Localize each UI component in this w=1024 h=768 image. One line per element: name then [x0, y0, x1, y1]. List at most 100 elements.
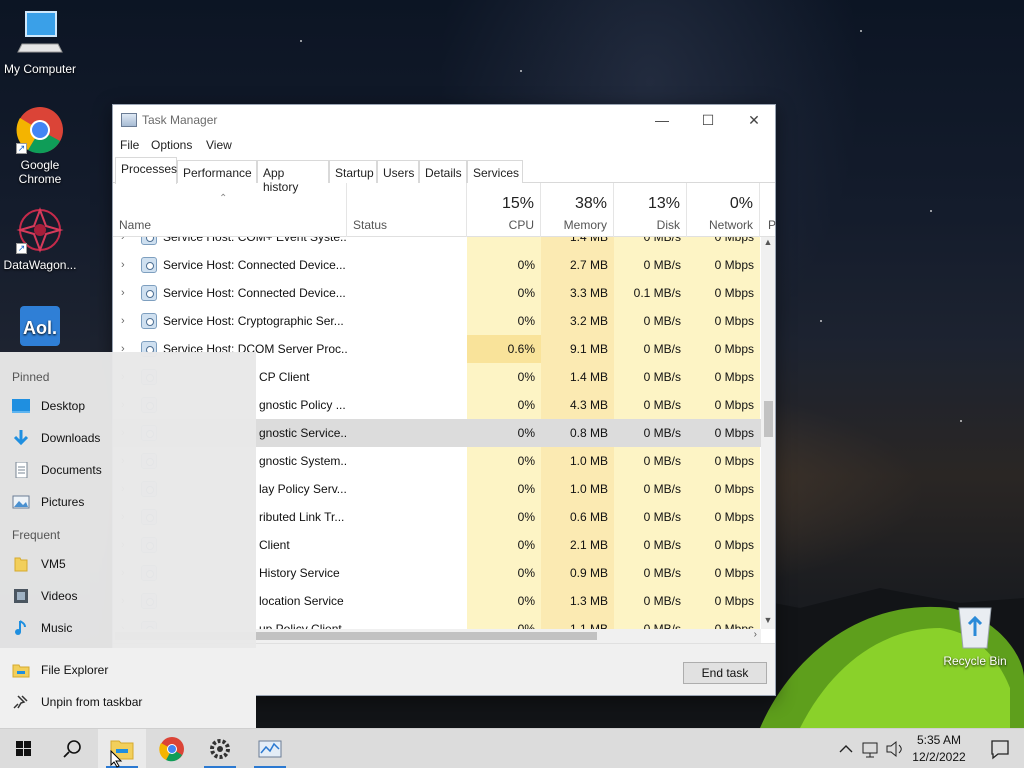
column-disk[interactable]: 13% Disk — [614, 183, 687, 237]
taskbar-chrome[interactable] — [148, 729, 196, 768]
jump-item-downloads[interactable]: Downloads — [0, 424, 256, 452]
process-memory: 3.2 MB — [569, 314, 608, 328]
end-task-button[interactable]: End task — [683, 662, 767, 684]
expand-chevron-icon[interactable]: › — [121, 307, 125, 335]
folder-icon — [14, 557, 28, 572]
process-row[interactable]: › Service Host: Cryptographic Ser... 0% 3.2… — [113, 307, 761, 335]
column-header: ⌃ Name Status 15% CPU 38% Memory 13% Dis… — [113, 183, 776, 237]
vertical-scrollbar[interactable]: ▲ ▼ — [761, 237, 775, 629]
mouse-cursor-icon — [110, 750, 123, 768]
column-network[interactable]: 0% Network — [687, 183, 760, 237]
clock-date[interactable]: 12/2/2022 — [908, 750, 970, 764]
process-row[interactable]: › Service Host: Connected Device... 0% 3.3 … — [113, 279, 761, 307]
desktop-icon-google-chrome[interactable]: ↗ Google Chrome — [0, 106, 80, 186]
network-tray-button[interactable] — [860, 729, 882, 768]
desktop-icon-my-computer[interactable]: My Computer — [0, 10, 80, 76]
star — [860, 30, 862, 32]
pinned-heading: Pinned — [12, 370, 50, 384]
taskbar-settings[interactable] — [196, 729, 244, 768]
process-network: 0 Mbps — [714, 237, 754, 244]
column-memory[interactable]: 38% Memory — [541, 183, 614, 237]
close-button[interactable]: ✕ — [731, 105, 777, 135]
process-disk: 0 MB/s — [643, 510, 681, 524]
process-cpu: 0% — [517, 594, 535, 608]
menu-options[interactable]: Options — [151, 138, 192, 152]
desktop-icon-datawagon[interactable]: ↗ DataWagon... — [0, 206, 80, 272]
process-memory: 1.4 MB — [569, 237, 608, 244]
tab-services[interactable]: Services — [467, 160, 523, 183]
chrome-icon: ↗ — [16, 106, 64, 154]
taskbar-task-manager[interactable] — [246, 729, 294, 768]
jump-list-actions: File Explorer Unpin from taskbar — [0, 648, 256, 728]
process-disk: 0 MB/s — [643, 398, 681, 412]
desktop-icon-aol[interactable]: Aol. — [0, 304, 80, 356]
process-disk: 0 MB/s — [643, 370, 681, 384]
jump-item-file-explorer[interactable]: File Explorer — [0, 656, 256, 684]
jump-item-pictures[interactable]: Pictures — [0, 488, 256, 516]
download-arrow-icon — [13, 430, 29, 446]
process-cpu: 0% — [517, 398, 535, 412]
title-bar[interactable]: Task Manager — ☐ ✕ — [113, 105, 775, 135]
jump-item-documents[interactable]: Documents — [0, 456, 256, 484]
desktop-icon-label: Recycle Bin — [943, 654, 1007, 668]
volume-tray-button[interactable] — [884, 729, 906, 768]
scroll-down-icon[interactable]: ▼ — [763, 615, 773, 625]
search-icon — [63, 740, 81, 758]
tab-strip: Processes Performance App history Startu… — [113, 157, 775, 194]
tab-performance[interactable]: Performance — [177, 160, 257, 183]
minimize-button[interactable]: — — [639, 105, 685, 135]
service-gear-icon — [141, 237, 157, 245]
jump-item-unpin[interactable]: Unpin from taskbar — [0, 688, 256, 716]
star — [960, 420, 962, 422]
jump-item-desktop[interactable]: Desktop — [0, 392, 256, 420]
column-power[interactable]: P — [760, 183, 776, 237]
tab-processes[interactable]: Processes — [115, 157, 177, 184]
taskbar-jump-list: Pinned Desktop Downloads Documents Pictu… — [0, 352, 256, 728]
clock-time[interactable]: 5:35 AM — [908, 733, 970, 747]
expand-chevron-icon[interactable]: › — [121, 251, 125, 279]
process-network: 0 Mbps — [714, 286, 754, 300]
scrollbar-thumb[interactable] — [764, 401, 773, 437]
show-hidden-icons-button[interactable] — [836, 729, 856, 768]
process-disk: 0 MB/s — [643, 482, 681, 496]
process-row[interactable]: › Service Host: COM+ Event Syste... 1.4 MB… — [113, 237, 761, 251]
desktop-icon-label: Google Chrome — [18, 158, 62, 186]
aol-icon: Aol. — [16, 304, 64, 352]
tab-users[interactable]: Users — [377, 160, 419, 183]
search-button[interactable] — [48, 729, 96, 768]
process-disk: 0.1 MB/s — [633, 286, 681, 300]
jump-item-vm5[interactable]: VM5 — [0, 550, 256, 578]
jump-item-music[interactable]: Music — [0, 614, 256, 642]
scroll-up-icon[interactable]: ▲ — [763, 237, 773, 247]
start-button[interactable] — [0, 729, 48, 768]
expand-chevron-icon[interactable]: › — [121, 237, 125, 251]
process-row[interactable]: › Service Host: Connected Device... 0% 2.7 … — [113, 251, 761, 279]
menu-view[interactable]: View — [206, 138, 232, 152]
desktop-icon-recycle-bin[interactable]: Recycle Bin — [935, 602, 1015, 668]
jump-item-videos[interactable]: Videos — [0, 582, 256, 610]
column-name[interactable]: ⌃ Name — [113, 183, 347, 237]
process-network: 0 Mbps — [714, 454, 754, 468]
tab-details[interactable]: Details — [419, 160, 467, 183]
process-cpu: 0% — [517, 314, 535, 328]
process-memory: 1.3 MB — [569, 594, 608, 608]
column-cpu[interactable]: 15% CPU — [467, 183, 541, 237]
notification-icon — [991, 740, 1009, 760]
action-center-button[interactable] — [976, 729, 1024, 768]
expand-chevron-icon[interactable]: › — [121, 279, 125, 307]
tab-app-history[interactable]: App history — [257, 160, 329, 194]
desktop-icon-label: DataWagon... — [3, 258, 77, 272]
file-explorer-icon — [12, 664, 30, 678]
tab-startup[interactable]: Startup — [329, 160, 377, 183]
shortcut-arrow-icon: ↗ — [16, 243, 27, 254]
column-status[interactable]: Status — [347, 183, 467, 237]
scroll-right-icon[interactable]: › — [754, 629, 757, 640]
process-cpu: 0% — [517, 426, 535, 440]
process-network: 0 Mbps — [714, 538, 754, 552]
menu-file[interactable]: File — [120, 138, 139, 152]
process-disk: 0 MB/s — [643, 237, 681, 244]
task-manager-icon — [258, 740, 282, 758]
maximize-button[interactable]: ☐ — [685, 105, 731, 135]
pictures-icon — [12, 495, 30, 509]
process-memory: 0.8 MB — [569, 426, 608, 440]
